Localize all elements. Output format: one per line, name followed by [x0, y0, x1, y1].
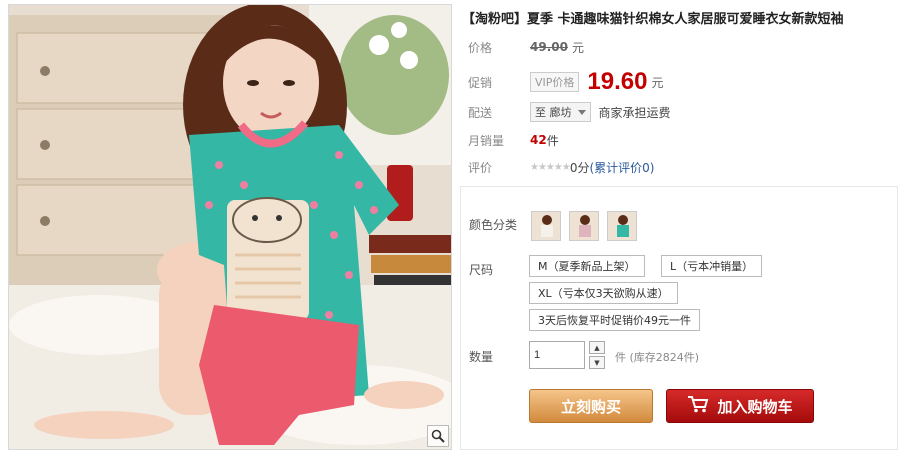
product-photo-illustration — [9, 5, 451, 449]
quantity-decrease-button[interactable]: ▼ — [589, 356, 605, 369]
size-option-notice[interactable]: 3天后恢复平时促销价49元一件 — [529, 309, 700, 331]
add-to-cart-label: 加入购物车 — [717, 397, 793, 416]
quantity-unit: 件 — [615, 351, 626, 364]
shipping-row: 配送 至 廊坊 商家承担运费 — [468, 102, 671, 122]
promo-price: 19.60 — [587, 68, 648, 95]
review-label: 评价 — [468, 160, 493, 175]
color-thumb-image — [532, 212, 560, 240]
shipping-location-value: 至 廊坊 — [535, 106, 572, 119]
stock-count: (库存2824件) — [629, 351, 700, 364]
sales-label: 月销量 — [468, 133, 505, 148]
zoom-button[interactable] — [427, 425, 449, 447]
size-option-xl[interactable]: XL（亏本仅3天欲购从速） — [529, 282, 678, 304]
original-price: 49.00 — [530, 40, 568, 54]
add-to-cart-button[interactable]: 加入购物车 — [666, 389, 814, 423]
size-label: 尺码 — [469, 263, 494, 277]
color-option-1[interactable] — [531, 211, 561, 241]
color-option-3[interactable] — [607, 211, 637, 241]
quantity-input[interactable] — [529, 341, 585, 369]
shipping-location-select[interactable]: 至 廊坊 — [530, 102, 591, 122]
price-row: 价格 49.00 元 — [468, 37, 584, 57]
sales-count: 42 — [530, 133, 547, 147]
product-title: 【淘粉吧】夏季 卡通趣味猫针织棉女人家居服可爱睡衣女新款短袖 — [462, 12, 844, 26]
cart-icon — [687, 395, 709, 417]
chevron-down-icon — [577, 106, 586, 119]
buy-now-button[interactable]: 立刻购买 — [529, 389, 653, 423]
size-option-m[interactable]: M（夏季新品上架） — [529, 255, 645, 277]
promo-row: 促销 VIP价格 19.60 元 — [468, 68, 663, 96]
quantity-increase-button[interactable]: ▲ — [589, 341, 605, 354]
color-thumb-image — [570, 212, 598, 240]
sales-row: 月销量 42 件 — [468, 130, 559, 150]
price-unit: 元 — [571, 40, 584, 55]
review-score: 0分 — [569, 160, 590, 175]
review-row: 评价 ★★★★★ 0分 (累计评价0) — [468, 157, 654, 177]
color-label: 颜色分类 — [469, 218, 518, 232]
promo-unit: 元 — [651, 75, 664, 90]
size-option-l[interactable]: L（亏本冲销量） — [661, 255, 763, 277]
purchase-options-panel: 颜色分类 尺码 M（夏季新品上架） L（亏本冲销量） XL（亏本仅3天欲购从速）… — [460, 186, 898, 450]
product-main-image[interactable] — [8, 4, 452, 450]
quantity-label: 数量 — [469, 350, 494, 364]
promo-label: 促销 — [468, 75, 493, 90]
color-thumb-image — [608, 212, 636, 240]
vip-price-tag: VIP价格 — [530, 72, 580, 92]
rating-stars: ★★★★★ — [530, 161, 571, 173]
color-option-2[interactable] — [569, 211, 599, 241]
review-count-link[interactable]: (累计评价0) — [589, 159, 654, 176]
price-label: 价格 — [468, 40, 493, 55]
chevron-up-icon: ▲ — [594, 343, 600, 352]
magnifier-icon — [431, 429, 445, 443]
shipping-label: 配送 — [468, 105, 493, 120]
stock-info: 件 (库存2824件) — [615, 349, 699, 365]
sales-unit: 件 — [546, 133, 559, 148]
shipping-note: 商家承担运费 — [598, 105, 671, 120]
chevron-down-icon: ▼ — [594, 358, 600, 367]
